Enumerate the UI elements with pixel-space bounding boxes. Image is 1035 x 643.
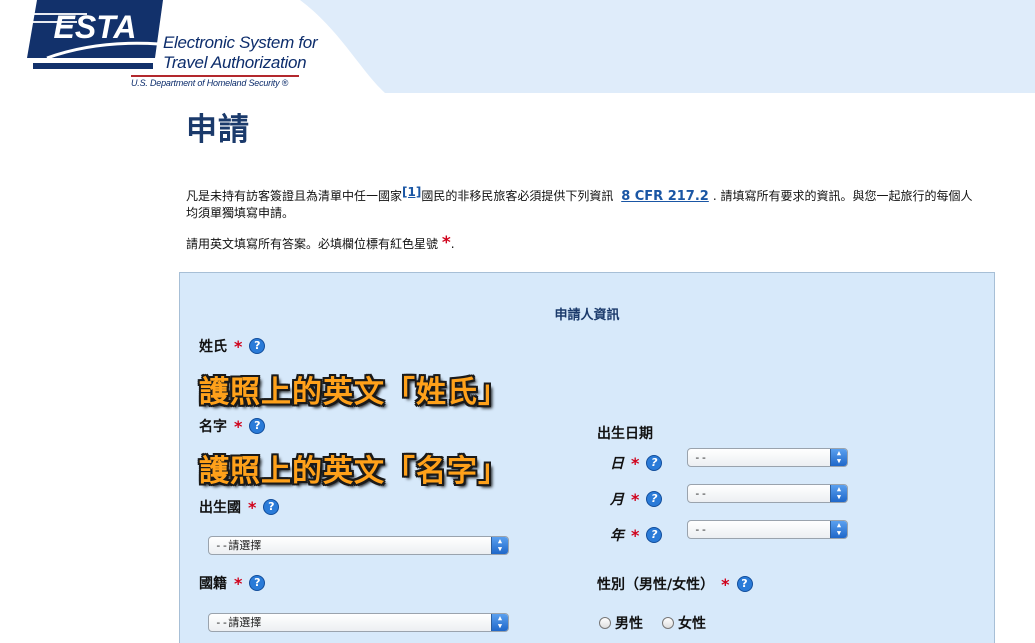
gender-male-radio[interactable]: 男性 bbox=[599, 613, 643, 633]
help-icon[interactable]: ? bbox=[736, 576, 753, 592]
dob-month-label-row: 月 * ? bbox=[610, 489, 663, 509]
gender-label-row: 性別（男性/女性） * ? bbox=[597, 574, 753, 594]
nationality-select[interactable]: --請選擇 ▲ ▼ bbox=[208, 613, 509, 632]
required-note-end: . bbox=[450, 237, 455, 251]
birth-country-label-row: 出生國 * ? bbox=[199, 497, 280, 517]
help-icon[interactable]: ? bbox=[249, 418, 266, 434]
section-title: 申請人資訊 bbox=[554, 308, 620, 323]
birth-country-label: 出生國 bbox=[199, 500, 241, 516]
given-name-label: 名字 bbox=[199, 419, 227, 435]
dob-day-value: -- bbox=[694, 451, 708, 464]
required-star-icon: * bbox=[631, 489, 640, 509]
logo-line-1: Electronic System for bbox=[163, 33, 318, 52]
required-star-icon: * bbox=[721, 574, 730, 594]
dob-day-label-row: 日 * ? bbox=[610, 453, 663, 473]
dob-month-select[interactable]: -- ▲ ▼ bbox=[687, 484, 848, 503]
cfr-link[interactable]: 8 CFR 217.2 bbox=[621, 189, 709, 204]
help-icon[interactable]: ? bbox=[646, 491, 663, 507]
given-name-label-row: 名字 * ? bbox=[199, 416, 266, 436]
help-icon[interactable]: ? bbox=[263, 499, 280, 515]
select-arrows-icon: ▲ ▼ bbox=[830, 449, 847, 466]
radio-circle-icon[interactable] bbox=[599, 617, 611, 629]
gender-label: 性別（男性/女性） bbox=[597, 577, 715, 593]
logo-red-rule bbox=[131, 75, 299, 77]
intro-text-a: 凡是未持有訪客簽證且為清單中任一國家 bbox=[186, 189, 403, 203]
dob-year-label: 年 bbox=[610, 528, 624, 544]
required-star-icon: * bbox=[631, 525, 640, 545]
logo-line-2: Travel Authorization bbox=[163, 53, 307, 72]
dob-year-value: -- bbox=[694, 523, 708, 536]
dob-label: 出生日期 bbox=[597, 426, 653, 442]
required-star-icon: * bbox=[248, 497, 257, 517]
dob-year-label-row: 年 * ? bbox=[610, 525, 663, 545]
dob-year-select[interactable]: -- ▲ ▼ bbox=[687, 520, 848, 539]
required-star-icon: * bbox=[631, 453, 640, 473]
required-star-icon: * bbox=[234, 336, 243, 356]
required-star-icon: * bbox=[234, 416, 243, 436]
applicant-info-panel: 申請人資訊 姓氏 * ? 護照上的英文「姓氏」 名字 * ? 護照上的英文「名字… bbox=[179, 272, 995, 643]
dob-month-value: -- bbox=[694, 487, 708, 500]
required-note-text: 請用英文填寫所有答案。必填欄位標有紅色星號 bbox=[186, 237, 439, 251]
nationality-value: --請選擇 bbox=[215, 616, 262, 629]
esta-logo: ESTA bbox=[27, 0, 163, 74]
help-icon[interactable]: ? bbox=[646, 455, 663, 471]
help-icon[interactable]: ? bbox=[646, 527, 663, 543]
logo-department: U.S. Department of Homeland Security ® bbox=[131, 78, 289, 88]
birth-country-value: --請選擇 bbox=[215, 539, 262, 552]
page-title: 申請 bbox=[186, 112, 250, 148]
gender-female-radio[interactable]: 女性 bbox=[662, 613, 706, 633]
surname-annotation: 護照上的英文「姓氏」 bbox=[199, 375, 509, 410]
required-note: 請用英文填寫所有答案。必填欄位標有紅色星號 *. bbox=[186, 233, 455, 253]
intro-text-b: 國民的非移民旅客必須提供下列資訊 bbox=[421, 189, 614, 203]
logo-wordmark: ESTA bbox=[54, 9, 137, 45]
logo-title: Electronic System for Travel Authorizati… bbox=[163, 33, 383, 73]
surname-label: 姓氏 bbox=[199, 339, 227, 355]
dob-day-select[interactable]: -- ▲ ▼ bbox=[687, 448, 848, 467]
footnote-link[interactable]: [1] bbox=[402, 185, 421, 199]
dob-month-label: 月 bbox=[610, 492, 624, 508]
help-icon[interactable]: ? bbox=[249, 338, 266, 354]
help-icon[interactable]: ? bbox=[249, 575, 266, 591]
intro-paragraph: 凡是未持有訪客簽證且為清單中任一國家[1]國民的非移民旅客必須提供下列資訊 8 … bbox=[186, 184, 976, 221]
surname-label-row: 姓氏 * ? bbox=[199, 336, 266, 356]
select-arrows-icon: ▲ ▼ bbox=[491, 614, 508, 631]
select-arrows-icon: ▲ ▼ bbox=[491, 537, 508, 554]
gender-male-label: 男性 bbox=[615, 616, 643, 632]
required-star-icon: * bbox=[441, 233, 451, 253]
radio-circle-icon[interactable] bbox=[662, 617, 674, 629]
select-arrows-icon: ▲ ▼ bbox=[830, 485, 847, 502]
required-star-icon: * bbox=[234, 573, 243, 593]
select-arrows-icon: ▲ ▼ bbox=[830, 521, 847, 538]
dob-day-label: 日 bbox=[610, 456, 624, 472]
nationality-label: 國籍 bbox=[199, 576, 227, 592]
gender-female-label: 女性 bbox=[678, 616, 706, 632]
birth-country-select[interactable]: --請選擇 ▲ ▼ bbox=[208, 536, 509, 555]
nationality-label-row: 國籍 * ? bbox=[199, 573, 266, 593]
given-name-annotation: 護照上的英文「名字」 bbox=[199, 454, 509, 489]
